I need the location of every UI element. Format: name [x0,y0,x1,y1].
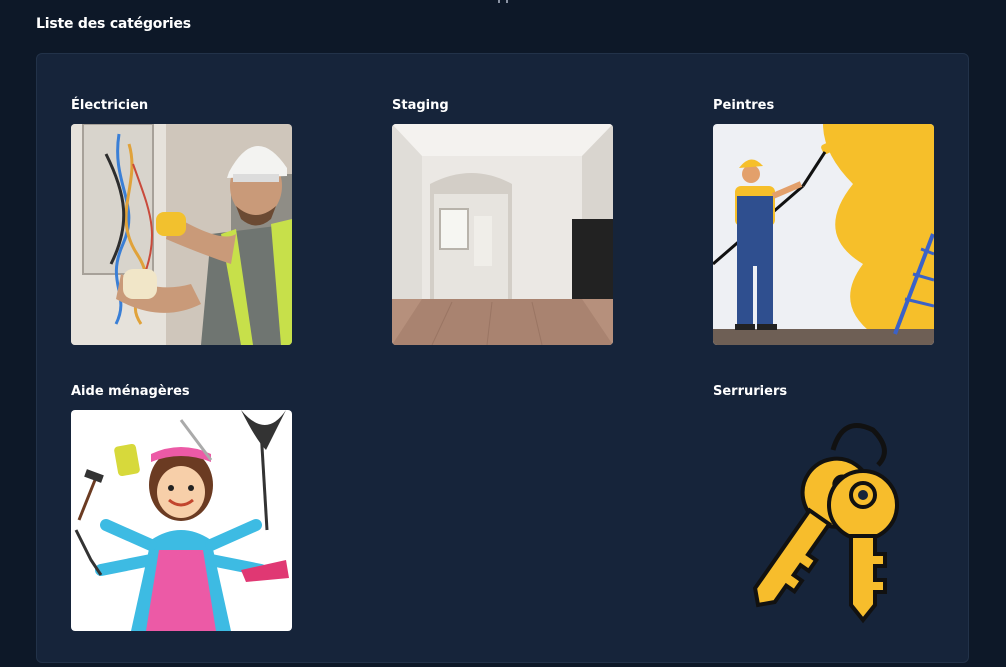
category-card-aide-menageres[interactable]: Aide ménagères [71,382,292,631]
category-label: Aide ménagères [71,384,190,399]
categories-panel: Électricien Staging Peintres Aide ménagè… [36,53,969,663]
category-card-staging[interactable]: Staging [392,96,613,345]
page-title: Liste des catégories [36,16,191,32]
keys-icon[interactable] [713,410,934,631]
category-label: Serruriers [713,384,788,399]
empty-room-photo[interactable] [392,124,613,345]
category-card-peintres[interactable]: Peintres [713,96,934,345]
category-card-serruriers[interactable]: Serruriers [713,382,934,631]
top-drag-handle [498,0,508,3]
painter-illustration[interactable] [713,124,934,345]
housekeeper-illustration[interactable] [71,410,292,631]
category-label: Peintres [713,98,775,113]
category-card-electricien[interactable]: Électricien [71,96,292,345]
electrician-photo[interactable] [71,124,292,345]
category-label: Staging [392,98,449,113]
category-label: Électricien [71,98,149,113]
